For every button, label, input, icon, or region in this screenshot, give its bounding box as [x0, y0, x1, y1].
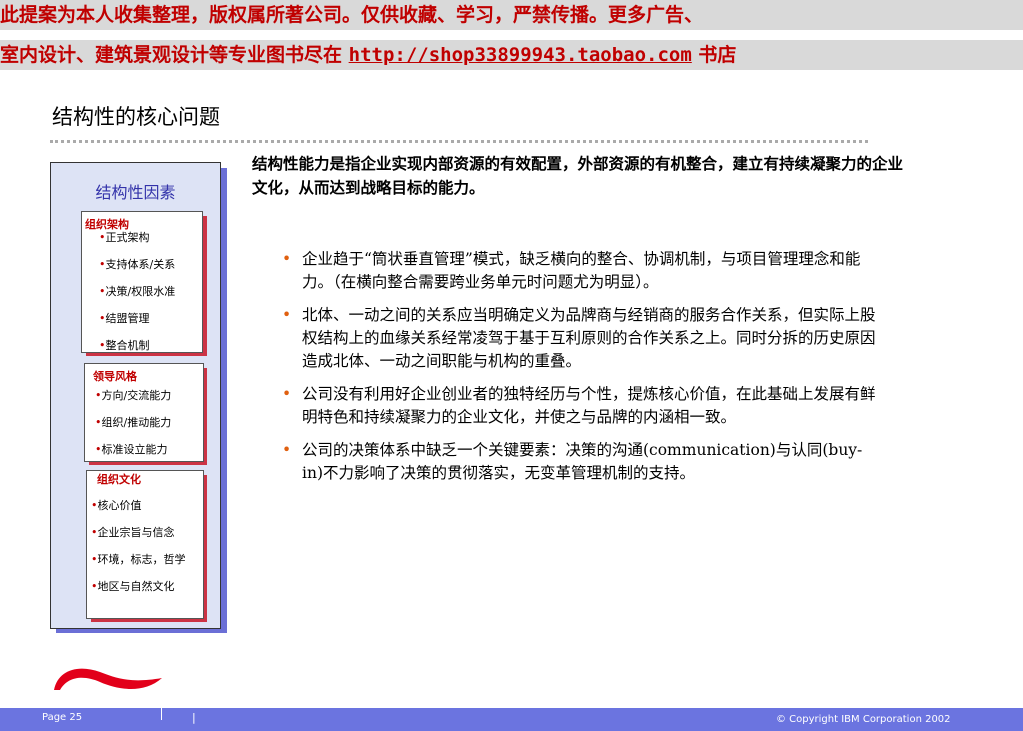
group-item: •决策/权限水准	[99, 285, 176, 298]
bullet-dot-icon: •	[282, 250, 292, 268]
factor-panel-title: 结构性因素	[95, 183, 176, 202]
footer-separator: |	[192, 711, 196, 724]
group-item: •方向/交流能力	[95, 389, 172, 402]
footer-bar: Page 25 | © Copyright IBM Corporation 20…	[0, 702, 1023, 731]
brand-swoosh-logo-icon	[54, 668, 162, 690]
group-item: •标准设立能力	[95, 443, 168, 456]
issue-item: • 企业趋于“筒状垂直管理”模式，缺乏横向的整合、协调机制，与项目管理理念和能力。…	[282, 250, 861, 291]
page-number: Page 25	[42, 712, 83, 723]
group-item: •地区与自然文化	[91, 580, 175, 593]
intro-text: 结构性能力是指企业实现内部资源的有效配置，外部资源的有机整合，建立有持续凝聚力的…	[252, 155, 904, 197]
group-item: •正式架构	[99, 231, 150, 244]
top-banner-line-1: 此提案为本人收集整理，版权属所著公司。仅供收藏、学习，严禁传播。更多广告、	[0, 0, 1023, 30]
footer-divider	[161, 702, 162, 720]
top-banner-line-2: 室内设计、建筑景观设计等专业图书尽在 http://shop33899943.t…	[0, 40, 1023, 70]
group-item: •结盟管理	[99, 312, 150, 325]
group-item: •组织/推动能力	[95, 416, 172, 429]
dotted-divider	[50, 140, 868, 143]
shop-link[interactable]: http://shop33899943.taobao.com	[349, 44, 692, 66]
banner-text-2-suffix: 书店	[691, 44, 737, 66]
group-header: 领导风格	[93, 370, 137, 383]
group-item: •环境，标志，哲学	[91, 553, 186, 566]
issue-item: • 北体、一动之间的关系应当明确定义为品牌商与经销商的服务合作关系，但实际上股权结…	[282, 306, 876, 370]
factor-group-culture: 组织文化 •核心价值 •企业宗旨与信念 •环境，标志，哲学 •地区与自然文化	[86, 470, 204, 619]
group-item: •企业宗旨与信念	[91, 526, 175, 539]
issue-item: • 公司的决策体系中缺乏一个关键要素：决策的沟通(communication)与认…	[282, 441, 863, 482]
group-item: •核心价值	[91, 499, 142, 512]
bullet-dot-icon: •	[282, 441, 292, 459]
banner-text-2-prefix: 室内设计、建筑景观设计等专业图书尽在	[0, 44, 349, 66]
copyright-text: © Copyright IBM Corporation 2002	[776, 714, 951, 725]
factor-group-leadership: 领导风格 •方向/交流能力 •组织/推动能力 •标准设立能力	[84, 363, 204, 462]
banner-text-1: 此提案为本人收集整理，版权属所著公司。仅供收藏、学习，严禁传播。更多广告、	[0, 4, 704, 26]
bullet-dot-icon: •	[282, 385, 292, 403]
issue-item: • 公司没有利用好企业创业者的独特经历与个性，提炼核心价值，在此基础上发展有鲜明特…	[282, 385, 876, 426]
factor-group-org-structure: 组织架构 •正式架构 •支持体系/关系 •决策/权限水准 •结盟管理 •整合机制	[81, 211, 203, 353]
group-item: •整合机制	[99, 339, 150, 352]
bullet-dot-icon: •	[282, 306, 292, 324]
issue-list: • 企业趋于“筒状垂直管理”模式，缺乏横向的整合、协调机制，与项目管理理念和能力。…	[282, 248, 882, 495]
factor-panel: 结构性因素 组织架构 •正式架构 •支持体系/关系 •决策/权限水准 •结盟管理…	[50, 162, 221, 629]
page-title: 结构性的核心问题	[52, 105, 220, 129]
group-header: 组织文化	[97, 473, 141, 486]
group-item: •支持体系/关系	[99, 258, 176, 271]
